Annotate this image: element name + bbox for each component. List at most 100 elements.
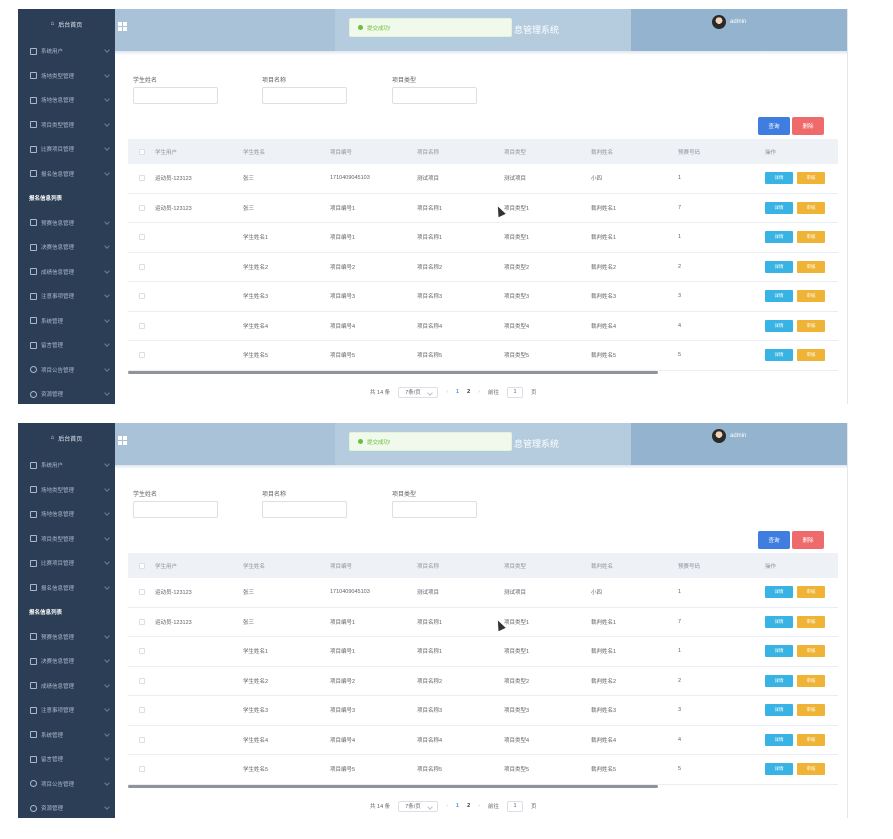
detail-button[interactable]: 详情 bbox=[765, 172, 793, 185]
sidebar-item[interactable]: 报名信息管理 bbox=[18, 162, 115, 187]
avatar[interactable] bbox=[712, 15, 726, 29]
sidebar-item[interactable]: 报名信息列表 bbox=[18, 186, 115, 211]
detail-button[interactable]: 详情 bbox=[765, 674, 793, 687]
project-name-input[interactable] bbox=[262, 501, 347, 518]
sidebar-item[interactable]: 场地类型管理 bbox=[18, 64, 115, 89]
sidebar-item[interactable]: 资源管理 bbox=[18, 382, 115, 404]
row-checkbox[interactable] bbox=[138, 263, 145, 270]
page-size-select[interactable]: 7条/页 bbox=[398, 386, 439, 398]
audit-button[interactable]: 审核 bbox=[797, 290, 825, 303]
row-checkbox[interactable] bbox=[138, 707, 145, 714]
search-button[interactable]: 查询 bbox=[758, 531, 790, 549]
detail-button[interactable]: 详情 bbox=[765, 645, 793, 658]
audit-button[interactable]: 审核 bbox=[797, 231, 825, 244]
row-checkbox[interactable] bbox=[138, 234, 145, 241]
sidebar-item[interactable]: 系统管理 bbox=[18, 723, 115, 748]
sidebar-item[interactable]: 系统用户 bbox=[18, 39, 115, 64]
username[interactable]: admin bbox=[730, 19, 746, 25]
audit-button[interactable]: 审核 bbox=[797, 201, 825, 214]
page-2-button[interactable]: 2 bbox=[467, 389, 470, 395]
sidebar-item[interactable]: 成绩信息管理 bbox=[18, 674, 115, 699]
row-checkbox[interactable] bbox=[138, 677, 145, 684]
delete-button[interactable]: 删除 bbox=[792, 531, 824, 549]
goto-page-input[interactable]: 1 bbox=[507, 800, 524, 812]
search-button[interactable]: 查询 bbox=[758, 117, 790, 135]
project-name-input[interactable] bbox=[262, 87, 347, 104]
student-name-input[interactable] bbox=[133, 501, 218, 518]
sidebar-item[interactable]: 报名信息管理 bbox=[18, 576, 115, 601]
sidebar-item[interactable]: 系统用户 bbox=[18, 453, 115, 478]
delete-button[interactable]: 删除 bbox=[792, 117, 824, 135]
audit-button[interactable]: 审核 bbox=[797, 586, 825, 599]
sidebar-item[interactable]: 留言管理 bbox=[18, 333, 115, 358]
audit-button[interactable]: 审核 bbox=[797, 763, 825, 776]
sidebar-item[interactable]: 报名信息列表 bbox=[18, 600, 115, 625]
avatar[interactable] bbox=[712, 429, 726, 443]
sidebar-item[interactable]: 项目公告管理 bbox=[18, 358, 115, 383]
page-size-select[interactable]: 7条/页 bbox=[398, 800, 439, 812]
sidebar-item[interactable]: 项目类型管理 bbox=[18, 527, 115, 552]
menu-toggle-icon[interactable] bbox=[118, 436, 127, 445]
project-type-input[interactable] bbox=[392, 501, 477, 518]
detail-button[interactable]: 详情 bbox=[765, 260, 793, 273]
detail-button[interactable]: 详情 bbox=[765, 733, 793, 746]
detail-button[interactable]: 详情 bbox=[765, 586, 793, 599]
detail-button[interactable]: 详情 bbox=[765, 231, 793, 244]
detail-button[interactable]: 详情 bbox=[765, 349, 793, 362]
sidebar-item[interactable]: 系统管理 bbox=[18, 309, 115, 334]
goto-page-input[interactable]: 1 bbox=[507, 386, 524, 398]
row-checkbox[interactable] bbox=[138, 204, 145, 211]
audit-button[interactable]: 审核 bbox=[797, 319, 825, 332]
page-1-button[interactable]: 1 bbox=[456, 389, 459, 395]
row-checkbox[interactable] bbox=[138, 736, 145, 743]
sidebar-item[interactable]: 注意事项管理 bbox=[18, 698, 115, 723]
audit-button[interactable]: 审核 bbox=[797, 704, 825, 717]
sidebar-item[interactable]: 留言管理 bbox=[18, 747, 115, 772]
horizontal-scrollbar[interactable] bbox=[128, 371, 658, 374]
sidebar-home-item[interactable]: ⌂ 后台首页 bbox=[18, 423, 115, 453]
row-checkbox[interactable] bbox=[138, 618, 145, 625]
sidebar-item[interactable]: 比赛项目管理 bbox=[18, 551, 115, 576]
row-checkbox[interactable] bbox=[138, 648, 145, 655]
sidebar-item[interactable]: 注意事项管理 bbox=[18, 284, 115, 309]
row-checkbox[interactable] bbox=[138, 175, 145, 182]
row-checkbox[interactable] bbox=[138, 589, 145, 596]
page-1-button[interactable]: 1 bbox=[456, 803, 459, 809]
audit-button[interactable]: 审核 bbox=[797, 674, 825, 687]
audit-button[interactable]: 审核 bbox=[797, 645, 825, 658]
sidebar-item[interactable]: 决赛信息管理 bbox=[18, 235, 115, 260]
audit-button[interactable]: 审核 bbox=[797, 172, 825, 185]
sidebar-item[interactable]: 场地信息管理 bbox=[18, 502, 115, 527]
row-checkbox[interactable] bbox=[138, 293, 145, 300]
audit-button[interactable]: 审核 bbox=[797, 615, 825, 628]
sidebar-item[interactable]: 成绩信息管理 bbox=[18, 260, 115, 285]
detail-button[interactable]: 详情 bbox=[765, 319, 793, 332]
student-name-input[interactable] bbox=[133, 87, 218, 104]
sidebar-item[interactable]: 比赛项目管理 bbox=[18, 137, 115, 162]
row-checkbox[interactable] bbox=[138, 352, 145, 359]
row-checkbox[interactable] bbox=[138, 766, 145, 773]
prev-page-button[interactable]: ‹ bbox=[446, 803, 448, 809]
audit-button[interactable]: 审核 bbox=[797, 260, 825, 273]
sidebar-item[interactable]: 资源管理 bbox=[18, 796, 115, 818]
detail-button[interactable]: 详情 bbox=[765, 763, 793, 776]
sidebar-home-item[interactable]: ⌂ 后台首页 bbox=[18, 9, 115, 39]
project-type-input[interactable] bbox=[392, 87, 477, 104]
username[interactable]: admin bbox=[730, 433, 746, 439]
select-all-checkbox[interactable] bbox=[138, 562, 145, 569]
detail-button[interactable]: 详情 bbox=[765, 704, 793, 717]
sidebar-item[interactable]: 预赛信息管理 bbox=[18, 625, 115, 650]
audit-button[interactable]: 审核 bbox=[797, 733, 825, 746]
next-page-button[interactable]: › bbox=[478, 803, 480, 809]
sidebar-item[interactable]: 预赛信息管理 bbox=[18, 211, 115, 236]
row-checkbox[interactable] bbox=[138, 322, 145, 329]
select-all-checkbox[interactable] bbox=[138, 148, 145, 155]
page-2-button[interactable]: 2 bbox=[467, 803, 470, 809]
detail-button[interactable]: 详情 bbox=[765, 290, 793, 303]
next-page-button[interactable]: › bbox=[478, 389, 480, 395]
sidebar-item[interactable]: 项目类型管理 bbox=[18, 113, 115, 138]
prev-page-button[interactable]: ‹ bbox=[446, 389, 448, 395]
sidebar-item[interactable]: 场地信息管理 bbox=[18, 88, 115, 113]
sidebar-item[interactable]: 场地类型管理 bbox=[18, 478, 115, 503]
menu-toggle-icon[interactable] bbox=[118, 22, 127, 31]
